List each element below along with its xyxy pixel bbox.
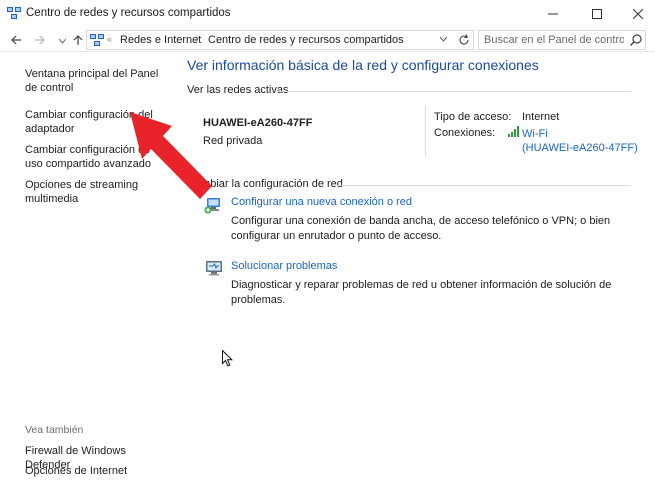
troubleshoot-icon	[206, 261, 222, 276]
see-also-heading: Vea también	[25, 424, 84, 436]
close-icon	[633, 9, 643, 19]
network-center-icon	[7, 7, 21, 19]
search-input[interactable]	[484, 33, 624, 47]
maximize-icon	[592, 9, 602, 19]
divider	[275, 91, 631, 92]
connections-label: Conexiones:	[434, 127, 496, 139]
divider	[334, 185, 631, 186]
access-type-value: Internet	[522, 111, 560, 123]
setup-new-connection-description: Configurar una conexión de banda ancha, …	[231, 215, 611, 242]
forward-button[interactable]	[32, 32, 48, 48]
setup-new-connection-link[interactable]: Configurar una nueva conexión o red	[231, 196, 412, 208]
network-center-icon	[90, 34, 104, 46]
back-arrow-icon	[11, 35, 21, 45]
breadcrumb-redes-internet[interactable]: Redes e Internet	[120, 34, 201, 46]
up-arrow-icon	[73, 35, 83, 45]
breadcrumb-current[interactable]: Centro de redes y recursos compartidos	[208, 34, 404, 46]
window-title: Centro de redes y recursos compartidos	[26, 7, 231, 19]
minimize-button[interactable]	[531, 0, 575, 28]
back-button[interactable]	[8, 32, 24, 48]
active-networks-heading: Ver las redes activas	[187, 84, 289, 96]
address-path[interactable]: « Redes e Internet › Centro de redes y r…	[86, 30, 474, 50]
close-button[interactable]	[616, 0, 655, 28]
annotation-arrow-icon	[130, 112, 212, 199]
title-bar: Centro de redes y recursos compartidos	[0, 0, 655, 28]
up-button[interactable]	[70, 32, 86, 48]
recent-locations-button[interactable]	[57, 33, 67, 49]
page-title: Ver información básica de la red y confi…	[187, 57, 539, 73]
breadcrumb-separator[interactable]: ›	[195, 33, 199, 45]
sidebar-link-control-panel-home[interactable]: Ventana principal del Panel de control	[25, 67, 167, 95]
wifi-connection-ssid[interactable]: (HUAWEI-eA260-47FF)	[522, 141, 638, 155]
access-type-label: Tipo de acceso:	[434, 111, 512, 123]
breadcrumb-overflow-icon[interactable]: «	[107, 34, 112, 44]
refresh-icon	[459, 34, 469, 45]
chevron-down-icon	[58, 38, 66, 44]
wifi-signal-icon	[508, 126, 519, 137]
see-also-link-internet-options[interactable]: Opciones de Internet	[25, 464, 167, 478]
troubleshoot-description: Diagnosticar y reparar problemas de red …	[231, 279, 612, 306]
mouse-cursor-icon	[222, 350, 233, 367]
wifi-connection-link[interactable]: Wi-Fi (HUAWEI-eA260-47FF)	[522, 127, 638, 155]
address-dropdown-button[interactable]	[439, 34, 448, 44]
search-icon[interactable]	[629, 33, 643, 47]
network-name: HUAWEI-eA260-47FF	[203, 117, 313, 129]
divider	[425, 106, 426, 156]
address-bar: « Redes e Internet › Centro de redes y r…	[0, 28, 655, 52]
minimize-icon	[548, 13, 558, 15]
troubleshoot-link[interactable]: Solucionar problemas	[231, 260, 337, 272]
main-content: Ver información básica de la red y confi…	[173, 53, 655, 494]
refresh-button[interactable]	[456, 32, 472, 48]
search-box[interactable]	[478, 30, 646, 50]
chevron-down-icon	[439, 36, 448, 42]
maximize-button[interactable]	[575, 0, 619, 28]
forward-arrow-icon	[35, 35, 45, 45]
wifi-connection-name[interactable]: Wi-Fi	[522, 127, 638, 141]
